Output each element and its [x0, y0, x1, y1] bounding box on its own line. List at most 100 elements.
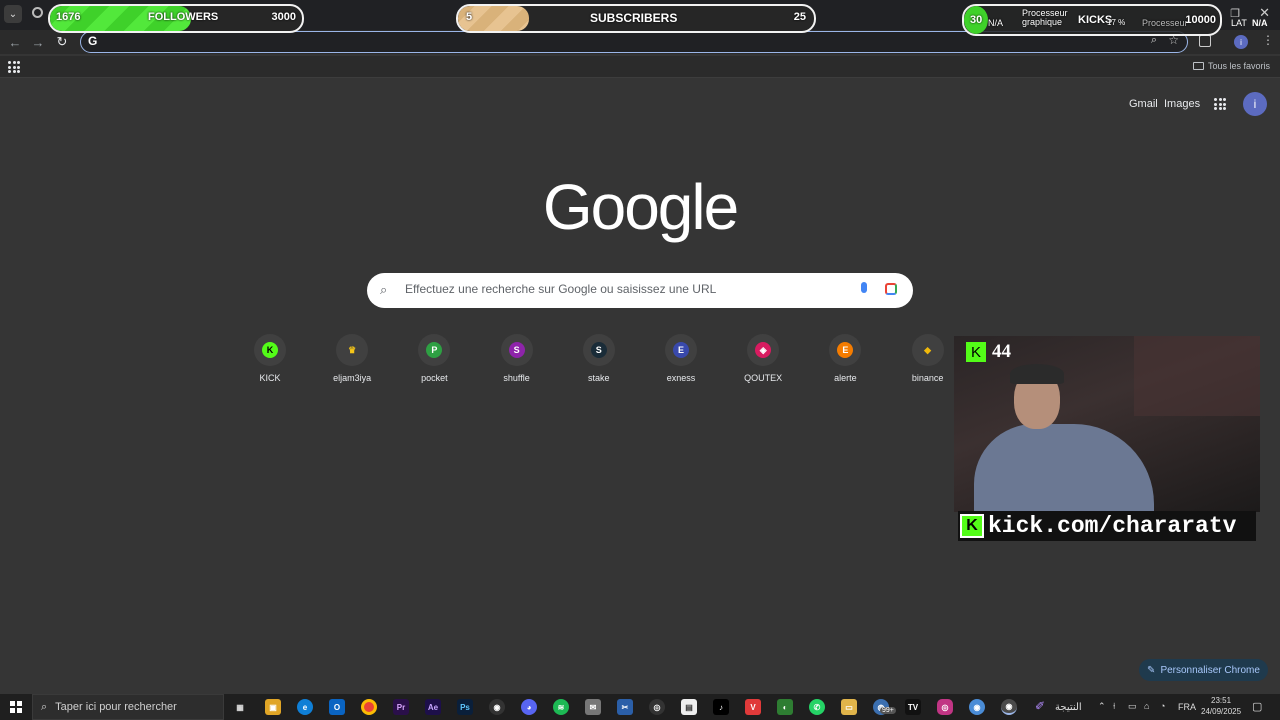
shortcut-exness[interactable]: Eexness [646, 334, 716, 383]
shortcut-shuffle[interactable]: Sshuffle [482, 334, 552, 383]
kicks-current: 30 [970, 14, 983, 26]
profile-small-avatar[interactable]: i [1234, 35, 1248, 49]
taskbar-search[interactable]: ⌕ Taper ici pour rechercher [32, 694, 224, 720]
menu-kebab-icon[interactable]: ⋮ [1262, 33, 1274, 47]
shortcut-alerte[interactable]: Ealerte [810, 334, 880, 383]
photoshop-icon[interactable]: Ps [457, 699, 473, 715]
google-apps-icon[interactable] [1214, 98, 1226, 110]
outlook-icon[interactable]: O [329, 699, 345, 715]
app-icon[interactable]: ◉ [969, 699, 985, 715]
spotify-icon[interactable]: ≋ [553, 699, 569, 715]
shortcut-label: alerte [834, 373, 857, 383]
chrome-icon[interactable] [361, 699, 377, 715]
images-link[interactable]: Images [1164, 98, 1200, 110]
shortcut-icon: ◆ [911, 334, 944, 366]
lat-label: LAT [1231, 18, 1247, 28]
lat-value: N/A [1252, 18, 1268, 28]
all-bookmarks[interactable]: Tous les favoris [1192, 61, 1270, 71]
clock-time[interactable]: 23:51 [1211, 696, 1231, 705]
tab-search-icon[interactable]: ⌄ [4, 5, 22, 23]
cpu-label: Processeur [1142, 18, 1188, 28]
lens-icon[interactable] [885, 283, 897, 295]
subscribers-current: 5 [466, 11, 473, 23]
search-input[interactable] [405, 282, 835, 296]
vivaldi-icon[interactable]: V [745, 699, 761, 715]
task-view-icon[interactable]: ▦ [232, 699, 248, 715]
chrome-active-icon[interactable]: ◉ [1001, 699, 1017, 715]
back-icon[interactable]: ← [6, 33, 24, 51]
tray-chevron-icon[interactable]: ⌃ [1098, 701, 1106, 712]
notification-center-icon[interactable]: ▢ [1252, 700, 1262, 713]
davinci-icon[interactable]: ◉ [489, 699, 505, 715]
kick-logo-icon: K [966, 342, 986, 362]
shortcut-glyph: ◈ [755, 342, 772, 358]
apps-grid-icon[interactable] [8, 61, 20, 73]
background-shelf [1134, 336, 1260, 416]
voice-search-icon[interactable] [861, 282, 867, 293]
discord-icon[interactable]: ◕ [521, 699, 537, 715]
badge-99: 99+ [880, 707, 896, 714]
whatsapp-icon[interactable]: ✆ [809, 699, 825, 715]
edge-icon[interactable]: e [297, 699, 313, 715]
shortcut-icon: ◈ [747, 334, 780, 366]
account-avatar[interactable]: i [1243, 92, 1267, 116]
all-bookmarks-label: Tous les favoris [1207, 61, 1270, 71]
chrome-tab-icon[interactable] [32, 7, 43, 18]
tiktok-icon[interactable]: ♪ [713, 699, 729, 715]
after-effects-icon[interactable]: Ae [425, 699, 441, 715]
reload-icon[interactable]: ↻ [53, 33, 71, 51]
shortcut-label: stake [588, 373, 610, 383]
shortcut-binance[interactable]: ◆ binance [893, 334, 963, 383]
customize-chrome-label: Personnaliser Chrome [1160, 664, 1260, 676]
subscribers-goal: 25 [793, 11, 806, 23]
taskbar-search-text: Taper ici pour rechercher [55, 701, 177, 713]
customize-chrome-button[interactable]: ✎ Personnaliser Chrome [1139, 659, 1268, 681]
store-icon[interactable]: ▣ [265, 699, 281, 715]
capcut-icon[interactable]: ✂ [617, 699, 633, 715]
shortcut-icon: E [829, 334, 862, 366]
shortcut-label: KICK [259, 373, 281, 383]
search-icon: ⌕ [380, 282, 388, 297]
subscribers-label: SUBSCRIBERS [590, 11, 678, 25]
extensions-icon[interactable] [1199, 35, 1211, 47]
gpu-value: 17 % [1107, 18, 1126, 27]
shortcut-icon: S [582, 334, 615, 366]
shortcut-glyph: E [837, 342, 854, 358]
shortcut-stake[interactable]: Sstake [564, 334, 634, 383]
notepad-icon[interactable]: ▤ [681, 699, 697, 715]
windows-taskbar: ⌕ Taper ici pour rechercher ▦ ▣ e O Pr A… [0, 694, 1280, 720]
file-explorer-icon[interactable]: ▭ [841, 699, 857, 715]
kick-viewer-count: 44 [992, 341, 1011, 362]
followers-goal-bar: 1676 FOLLOWERS 3000 [48, 4, 304, 33]
gmail-link[interactable]: Gmail [1129, 98, 1158, 110]
mail-icon[interactable]: ✉ [585, 699, 601, 715]
followers-label: FOLLOWERS [148, 11, 219, 23]
shortcut-qoutex[interactable]: ◈ QOUTEX [728, 334, 798, 383]
forward-icon[interactable]: → [29, 33, 47, 51]
windows-start-icon[interactable] [10, 701, 22, 713]
obs-icon[interactable]: ◎ [649, 699, 665, 715]
followers-current: 1676 [56, 11, 81, 23]
gpu-label: Processeur graphique [1022, 8, 1068, 27]
folder-icon [1192, 62, 1204, 70]
clock-date[interactable]: 24/09/2025 [1201, 707, 1241, 716]
mic-icon[interactable]: ⍿ [1113, 701, 1115, 712]
volume-icon[interactable]: ◔ [1160, 701, 1165, 711]
google-logo: Google [542, 171, 739, 243]
instagram-icon[interactable]: ◎ [937, 699, 953, 715]
brush-icon[interactable]: ✐ [1035, 699, 1045, 713]
tradingview-icon[interactable]: TV [905, 699, 921, 715]
language-indicator[interactable]: FRA [1178, 702, 1196, 712]
shortcut-label: binance [911, 373, 944, 383]
network-icon[interactable]: ⌂ [1144, 701, 1149, 711]
premiere-icon[interactable]: Pr [393, 699, 409, 715]
shortcut-kick[interactable]: K KICK [235, 334, 305, 383]
shortcut-eljam3iya[interactable]: ♛ eljam3iya [317, 334, 387, 383]
search-box[interactable]: ⌕ [367, 273, 913, 308]
shortcut-glyph: S [508, 342, 525, 358]
kick-k-icon: K [960, 514, 984, 538]
shortcut-pocket[interactable]: Ppocket [399, 334, 469, 383]
nvidia-icon[interactable]: ◐ [777, 699, 793, 715]
webcam-overlay: K 44 [954, 336, 1260, 512]
display-icon[interactable]: ▭ [1128, 701, 1137, 712]
